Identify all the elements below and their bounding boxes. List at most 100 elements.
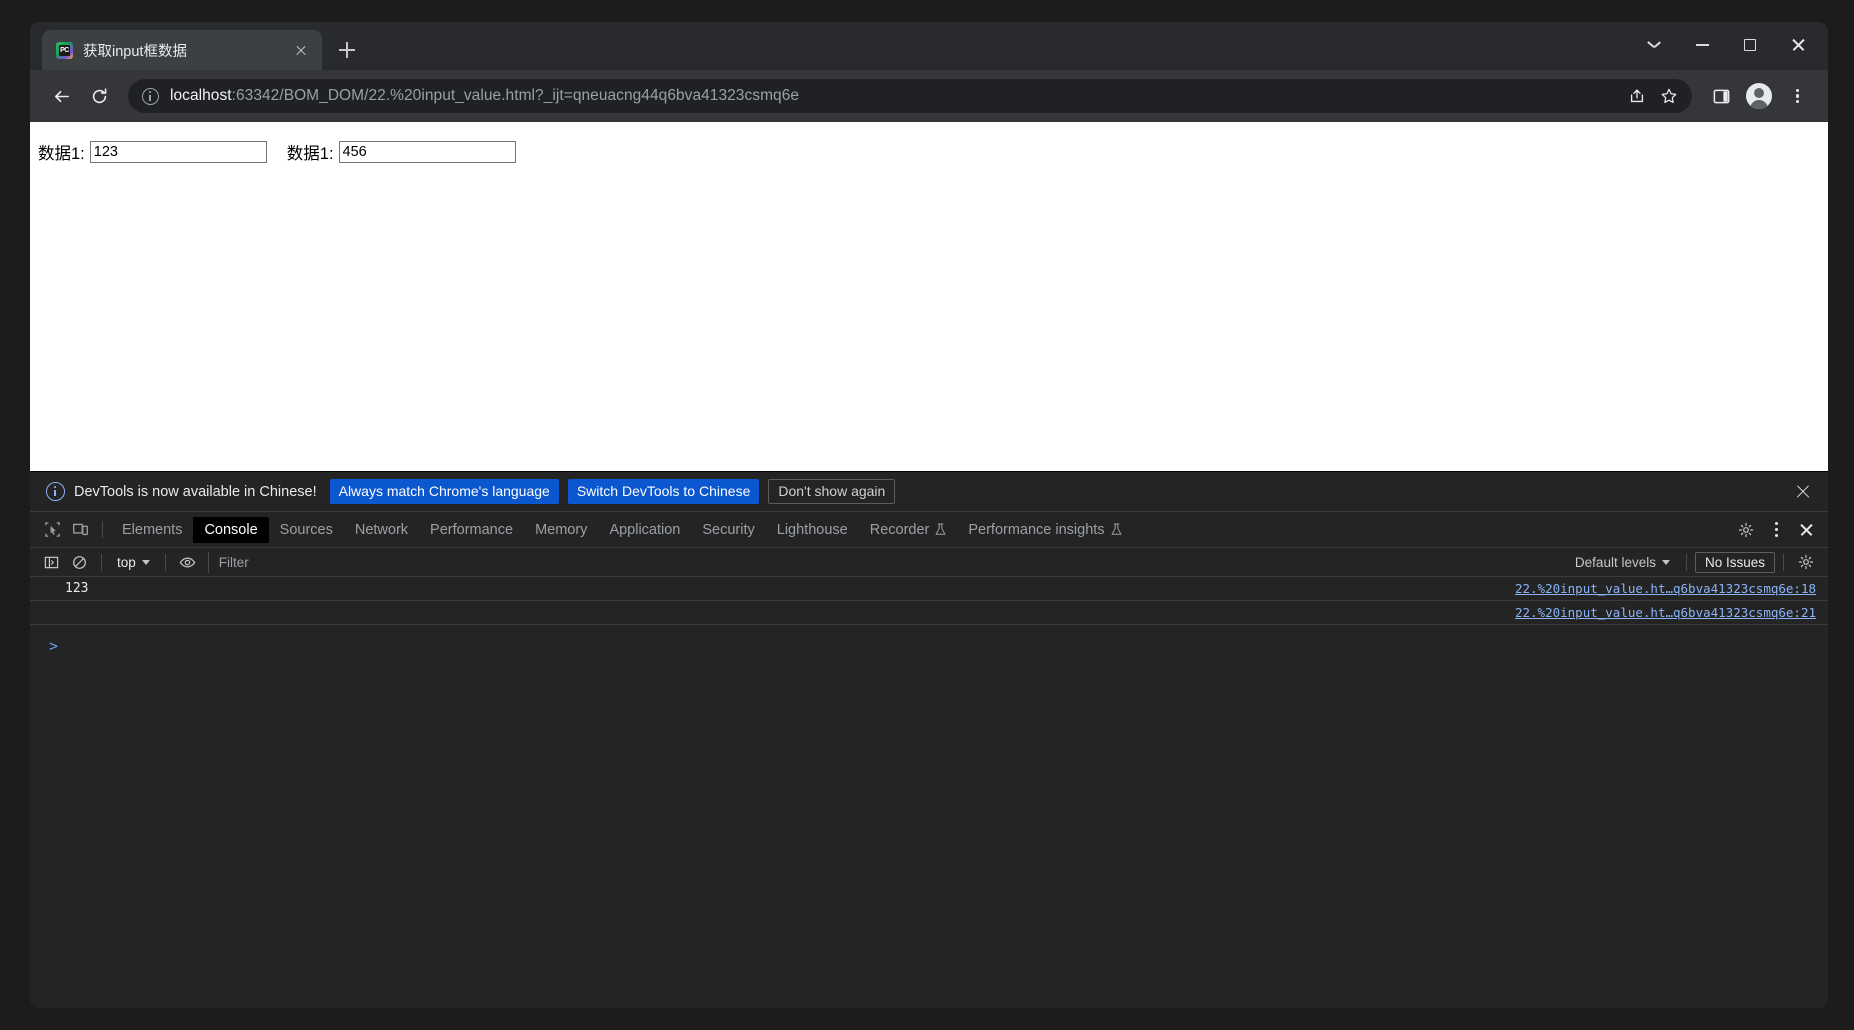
banner-message: DevTools is now available in Chinese! bbox=[74, 483, 317, 500]
browser-window: PC 获取input框数据 localhost:63342/BOM_DOM/22… bbox=[30, 22, 1828, 1008]
field-label-2: 数据1: bbox=[286, 145, 334, 163]
tab-label: Network bbox=[354, 521, 409, 538]
live-expression-icon bbox=[179, 557, 196, 567]
devtools-more-button[interactable] bbox=[1762, 517, 1790, 543]
three-dot-menu-icon bbox=[1787, 86, 1807, 106]
share-icon bbox=[1630, 89, 1644, 103]
info-circle-icon bbox=[46, 482, 65, 501]
issues-button[interactable]: No Issues bbox=[1694, 551, 1775, 573]
profile-button[interactable] bbox=[1742, 79, 1776, 113]
side-panel-button[interactable] bbox=[1704, 79, 1738, 113]
dont-show-again-button[interactable]: Don't show again bbox=[768, 479, 896, 504]
url-path: :63342/BOM_DOM/22.%20input_value.html?_i… bbox=[231, 87, 800, 104]
execution-context-selector[interactable]: top bbox=[110, 553, 157, 572]
tab-title: 获取input框数据 bbox=[83, 43, 187, 60]
devtools-settings-button[interactable] bbox=[1732, 517, 1760, 543]
tab-network[interactable]: Network bbox=[344, 517, 419, 543]
console-settings-button[interactable] bbox=[1792, 549, 1820, 575]
banner-close-icon[interactable] bbox=[1792, 481, 1814, 503]
tab-label: Performance bbox=[430, 521, 514, 538]
back-arrow-icon bbox=[54, 90, 69, 102]
console-sidebar-button[interactable] bbox=[37, 549, 65, 575]
three-dot-menu-icon bbox=[1766, 520, 1786, 540]
tab-label: Lighthouse bbox=[776, 521, 848, 538]
back-button[interactable] bbox=[44, 79, 78, 113]
tab-security[interactable]: Security bbox=[691, 517, 765, 543]
chevron-down-icon bbox=[1661, 559, 1670, 565]
tab-performance-insights[interactable]: Performance insights bbox=[957, 517, 1132, 543]
minimize-button[interactable] bbox=[1678, 23, 1726, 67]
tab-console[interactable]: Console bbox=[193, 516, 269, 543]
input-form-row: 数据1: 数据1: bbox=[36, 140, 1828, 164]
browser-tab[interactable]: PC 获取input框数据 bbox=[42, 30, 322, 70]
inspect-element-button[interactable] bbox=[38, 517, 66, 543]
context-label: top bbox=[117, 554, 136, 570]
tab-performance[interactable]: Performance bbox=[419, 517, 524, 543]
close-icon bbox=[1799, 523, 1813, 537]
close-window-button[interactable] bbox=[1774, 23, 1822, 67]
tab-close-icon[interactable] bbox=[290, 39, 312, 61]
tab-application[interactable]: Application bbox=[598, 517, 691, 543]
share-button[interactable] bbox=[1622, 81, 1652, 111]
clear-console-button[interactable] bbox=[65, 549, 93, 575]
console-sidebar-icon bbox=[44, 556, 58, 568]
tab-sources[interactable]: Sources bbox=[269, 517, 344, 543]
star-icon bbox=[1661, 88, 1677, 104]
device-toolbar-button[interactable] bbox=[66, 517, 94, 543]
live-expression-button[interactable] bbox=[174, 549, 202, 575]
collapse-button[interactable] bbox=[1630, 23, 1678, 67]
console-prompt[interactable]: > bbox=[30, 633, 1828, 659]
tab-elements[interactable]: Elements bbox=[111, 517, 193, 543]
field-label-1: 数据1: bbox=[38, 145, 85, 163]
data-input-2[interactable] bbox=[338, 141, 516, 163]
toolbar-right-actions bbox=[1704, 79, 1814, 113]
tab-memory[interactable]: Memory bbox=[524, 517, 598, 543]
maximize-button[interactable] bbox=[1726, 23, 1774, 67]
console-filter-bar: top Default levels No Issues bbox=[30, 548, 1828, 577]
console-log-row[interactable]: 123 22.%20input_value.ht…q6bva41323csmq6… bbox=[30, 577, 1828, 601]
console-filter-input[interactable] bbox=[207, 551, 1567, 573]
close-icon bbox=[1791, 38, 1806, 53]
chevron-down-icon bbox=[141, 559, 150, 565]
log-source-link[interactable]: 22.%20input_value.ht…q6bva41323csmq6e:18 bbox=[1515, 581, 1816, 596]
gear-icon bbox=[1798, 554, 1814, 570]
clear-console-icon bbox=[72, 555, 86, 569]
experiment-flask-icon bbox=[935, 523, 946, 535]
console-output[interactable]: 123 22.%20input_value.ht…q6bva41323csmq6… bbox=[30, 577, 1828, 1008]
tab-favicon-icon: PC bbox=[56, 41, 73, 59]
tab-lighthouse[interactable]: Lighthouse bbox=[766, 517, 859, 543]
log-levels-selector[interactable]: Default levels bbox=[1567, 553, 1678, 572]
gear-icon bbox=[1738, 522, 1754, 537]
address-bar[interactable]: localhost:63342/BOM_DOM/22.%20input_valu… bbox=[128, 79, 1692, 113]
browser-menu-button[interactable] bbox=[1780, 79, 1814, 113]
inspect-element-icon bbox=[44, 522, 60, 537]
browser-toolbar: localhost:63342/BOM_DOM/22.%20input_valu… bbox=[30, 70, 1828, 122]
tab-label: Application bbox=[609, 521, 681, 538]
tab-label: Sources bbox=[279, 521, 333, 538]
new-tab-button[interactable] bbox=[330, 33, 364, 67]
devtools-close-button[interactable] bbox=[1792, 517, 1820, 543]
bookmark-button[interactable] bbox=[1654, 81, 1684, 111]
data-input-1[interactable] bbox=[89, 141, 267, 163]
tab-recorder[interactable]: Recorder bbox=[859, 517, 958, 543]
always-match-language-button[interactable]: Always match Chrome's language bbox=[329, 479, 559, 504]
console-log-row[interactable]: 22.%20input_value.ht…q6bva41323csmq6e:21 bbox=[30, 601, 1828, 625]
profile-avatar-icon bbox=[1746, 83, 1772, 109]
log-source-link[interactable]: 22.%20input_value.ht…q6bva41323csmq6e:21 bbox=[1515, 605, 1816, 620]
tab-label: Console bbox=[204, 521, 258, 538]
tab-label: Memory bbox=[535, 521, 588, 538]
favicon-label: PC bbox=[60, 46, 69, 54]
side-panel-icon bbox=[1713, 89, 1729, 103]
site-info-icon[interactable] bbox=[142, 87, 159, 105]
reload-button[interactable] bbox=[82, 79, 116, 113]
prompt-caret-icon: > bbox=[49, 637, 59, 655]
tab-strip: PC 获取input框数据 bbox=[30, 22, 1828, 70]
devtools-tab-bar: Elements Console Sources Network Perform… bbox=[30, 512, 1828, 548]
devtools-tabbar-actions bbox=[1732, 517, 1828, 543]
maximize-icon bbox=[1743, 38, 1757, 52]
filterbar-divider bbox=[101, 553, 102, 571]
experiment-flask-icon bbox=[1110, 523, 1122, 535]
url-text: localhost:63342/BOM_DOM/22.%20input_valu… bbox=[170, 87, 1622, 105]
switch-devtools-language-button[interactable]: Switch DevTools to Chinese bbox=[567, 479, 760, 504]
minimize-icon bbox=[1695, 44, 1709, 46]
